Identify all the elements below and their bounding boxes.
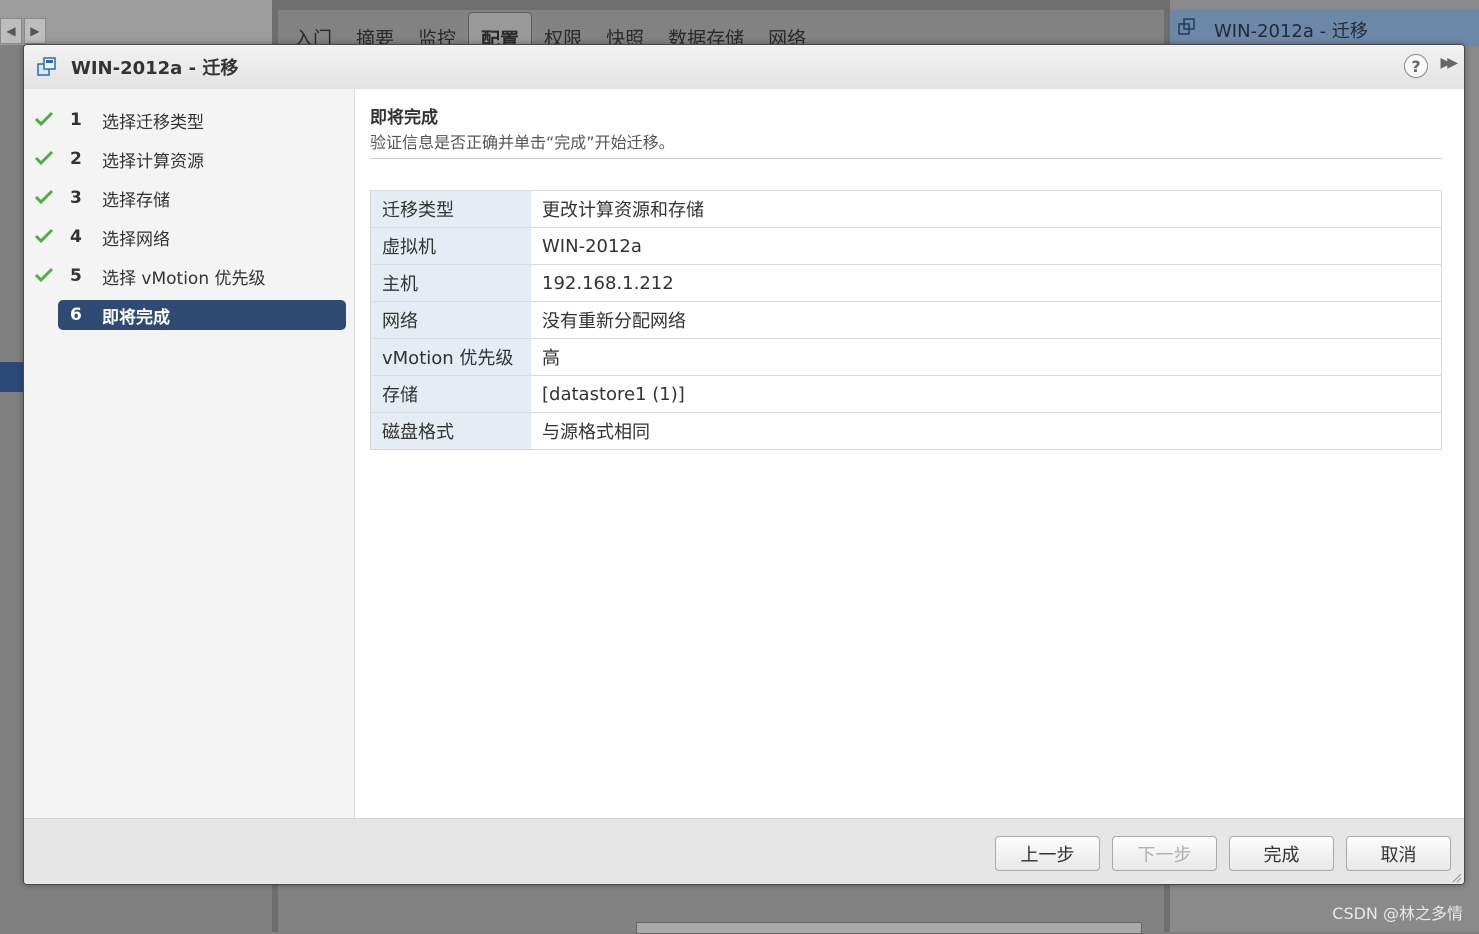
- row-key: 存储: [370, 375, 531, 413]
- step-label: 选择网络: [102, 229, 170, 250]
- back-button[interactable]: 上一步: [995, 836, 1100, 871]
- step-label: 选择计算资源: [102, 151, 204, 172]
- finish-button[interactable]: 完成: [1229, 836, 1334, 871]
- main-content-header: [278, 0, 1164, 10]
- step-number: 5: [70, 266, 82, 286]
- tab-permissions[interactable]: 权限: [532, 12, 594, 50]
- watermark: CSDN @林之多情: [1332, 904, 1463, 923]
- step-number: 6: [70, 305, 82, 325]
- table-row: vMotion 优先级 高: [370, 338, 1442, 376]
- migrate-vm-icon: [37, 57, 56, 76]
- row-value: 更改计算资源和存储: [531, 190, 1442, 228]
- step-label: 选择 vMotion 优先级: [102, 268, 266, 289]
- wizard-content: 即将完成 验证信息是否正确并单击“完成”开始迁移。 迁移类型 更改计算资源和存储…: [355, 89, 1464, 818]
- tab-networks[interactable]: 网络: [756, 12, 818, 50]
- tab-summary[interactable]: 摘要: [344, 12, 406, 50]
- checkmark-icon: [34, 228, 54, 244]
- back-nav-button[interactable]: ◀: [0, 18, 22, 44]
- page-subtitle: 验证信息是否正确并单击“完成”开始迁移。: [370, 133, 675, 152]
- step-number: 1: [70, 110, 82, 130]
- step-label: 即将完成: [102, 307, 170, 328]
- step-number: 2: [70, 149, 82, 169]
- tab-monitor[interactable]: 监控: [406, 12, 468, 50]
- row-key: 虚拟机: [370, 227, 531, 265]
- recent-task-title: WIN-2012a - 迁移: [1214, 21, 1368, 42]
- tab-datastores[interactable]: 数据存储: [656, 12, 756, 50]
- checkmark-icon: [34, 111, 54, 127]
- navigator-selected-item[interactable]: [0, 362, 24, 392]
- object-tabs: 入门 摘要 监控 配置 权限 快照 数据存储 网络: [282, 12, 818, 51]
- table-row: 网络 没有重新分配网络: [370, 301, 1442, 339]
- row-value: WIN-2012a: [531, 227, 1442, 265]
- wizard-step-6[interactable]: 6 即将完成: [58, 300, 346, 330]
- row-key: 网络: [370, 301, 531, 339]
- migrate-dialog: WIN-2012a - 迁移 ? ▶▶ 1 选择迁移类型 2 选择计算资源 3 …: [23, 44, 1465, 885]
- dialog-footer: 上一步 下一步 完成 取消: [24, 818, 1464, 884]
- row-value: [datastore1 (1)]: [531, 375, 1442, 413]
- horizontal-scrollbar[interactable]: [636, 922, 1142, 934]
- forward-nav-button[interactable]: ▶: [24, 18, 46, 44]
- table-row: 虚拟机 WIN-2012a: [370, 227, 1442, 265]
- resize-grip-icon[interactable]: [1450, 871, 1462, 883]
- migrate-vm-icon: [1178, 18, 1195, 35]
- checkmark-icon: [34, 189, 54, 205]
- step-label: 选择存储: [102, 190, 170, 211]
- table-row: 主机 192.168.1.212: [370, 264, 1442, 302]
- row-value: 与源格式相同: [531, 412, 1442, 450]
- wizard-step-1[interactable]: 1 选择迁移类型: [34, 105, 346, 135]
- tab-snapshots[interactable]: 快照: [594, 12, 656, 50]
- row-key: vMotion 优先级: [370, 338, 531, 376]
- row-value: 高: [531, 338, 1442, 376]
- step-number: 3: [70, 188, 82, 208]
- page-title: 即将完成: [370, 108, 438, 128]
- row-key: 主机: [370, 264, 531, 302]
- summary-table: 迁移类型 更改计算资源和存储 虚拟机 WIN-2012a 主机 192.168.…: [370, 190, 1442, 450]
- step-number: 4: [70, 227, 82, 247]
- row-key: 迁移类型: [370, 190, 531, 228]
- row-value: 192.168.1.212: [531, 264, 1442, 302]
- wizard-step-2[interactable]: 2 选择计算资源: [34, 144, 346, 174]
- help-icon[interactable]: ?: [1404, 54, 1428, 78]
- table-row: 迁移类型 更改计算资源和存储: [370, 190, 1442, 228]
- wizard-step-5[interactable]: 5 选择 vMotion 优先级: [34, 261, 346, 291]
- cancel-button[interactable]: 取消: [1346, 836, 1451, 871]
- next-button[interactable]: 下一步: [1112, 836, 1217, 871]
- table-row: 磁盘格式 与源格式相同: [370, 412, 1442, 450]
- row-key: 磁盘格式: [370, 412, 531, 450]
- checkmark-icon: [34, 267, 54, 283]
- divider: [370, 158, 1442, 159]
- tab-getting-started[interactable]: 入门: [282, 12, 344, 50]
- dialog-title: WIN-2012a - 迁移: [71, 58, 239, 79]
- wizard-step-3[interactable]: 3 选择存储: [34, 183, 346, 213]
- wizard-steps: 1 选择迁移类型 2 选择计算资源 3 选择存储 4 选择网络 5 选择 vMo…: [24, 89, 355, 818]
- table-row: 存储 [datastore1 (1)]: [370, 375, 1442, 413]
- checkmark-icon: [34, 150, 54, 166]
- wizard-step-4[interactable]: 4 选择网络: [34, 222, 346, 252]
- row-value: 没有重新分配网络: [531, 301, 1442, 339]
- step-label: 选择迁移类型: [102, 112, 204, 133]
- dialog-titlebar[interactable]: WIN-2012a - 迁移 ? ▶▶: [24, 45, 1464, 90]
- expand-icon[interactable]: ▶▶: [1440, 55, 1457, 71]
